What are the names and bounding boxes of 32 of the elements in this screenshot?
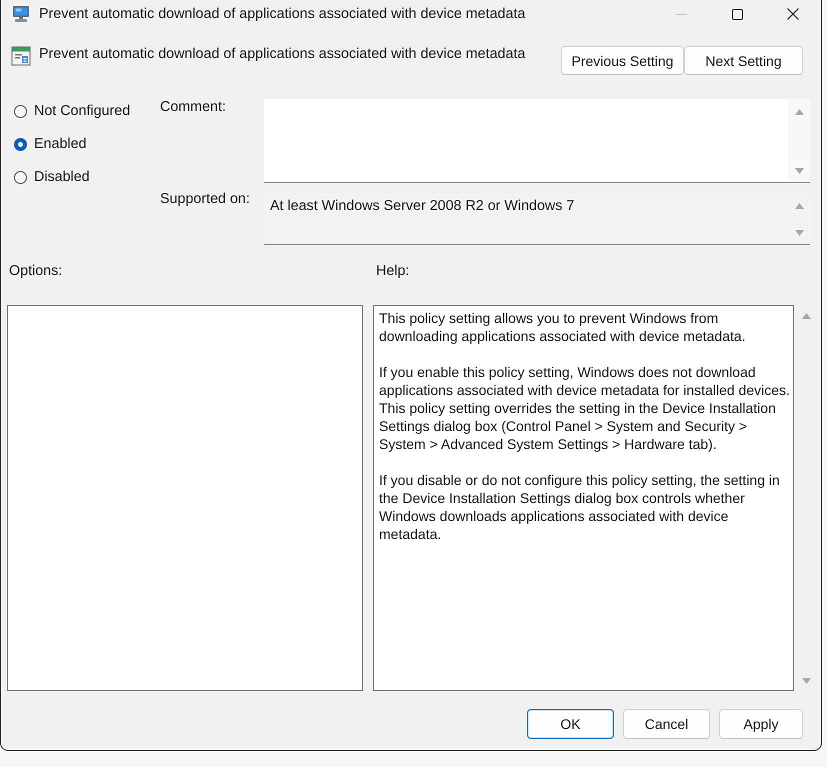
radio-label[interactable]: Not Configured xyxy=(34,102,130,120)
dialog-button[interactable]: Cancel xyxy=(623,709,710,739)
window-title: Prevent automatic download of applications associated with device metadata xyxy=(39,6,526,22)
setting-title: Prevent automatic download of applications associated with device metadata xyxy=(39,45,526,63)
nav-button[interactable]: Next Setting xyxy=(684,46,803,75)
help-label: Help: xyxy=(376,262,410,280)
dialog-button[interactable]: Apply xyxy=(719,709,803,739)
nav-button[interactable]: Previous Setting xyxy=(561,46,684,75)
help-paragraph: If you disable or do not configure this policy setting, the setting in the Device Installation Settings dialog box controls whether Windows downloads applications associated with device metadata. xyxy=(379,471,781,543)
scroll-up-icon[interactable] xyxy=(802,313,810,319)
scroll-down-icon[interactable] xyxy=(802,678,810,684)
close-icon[interactable] xyxy=(787,8,799,20)
comment-label: Comment: xyxy=(160,98,226,116)
radio-button[interactable] xyxy=(14,138,27,150)
computer-icon xyxy=(12,5,30,23)
supported-on-label: Supported on: xyxy=(160,190,250,208)
options-label: Options: xyxy=(9,262,62,280)
radio-button[interactable] xyxy=(14,104,27,118)
help-paragraph: This policy setting allows you to prevent Windows from downloading applications associated with device metadata. xyxy=(379,309,747,345)
help-paragraph: If you enable this policy setting, Windows does not download applications associated with device metadata for installed devices. This policy setting overrides the setting in the Device Installation Settings dialog box (Control Panel > System and Security > System > Advanced System Settings > Hardware tab). xyxy=(379,363,790,453)
scroll-down-icon[interactable] xyxy=(794,168,804,174)
radio-label[interactable]: Disabled xyxy=(34,168,90,186)
comment-field[interactable] xyxy=(264,99,810,183)
radio-label[interactable]: Enabled xyxy=(34,135,86,153)
scroll-up-icon[interactable] xyxy=(794,203,804,209)
radio-button[interactable] xyxy=(14,170,27,184)
policy-window-icon xyxy=(11,46,31,66)
supported-on-text: At least Windows Server 2008 R2 or Windows 7 xyxy=(270,198,574,214)
scroll-up-icon[interactable] xyxy=(794,109,804,115)
dialog-button[interactable]: OK xyxy=(527,709,614,739)
scroll-down-icon[interactable] xyxy=(794,230,804,236)
maximize-icon[interactable] xyxy=(732,8,742,20)
